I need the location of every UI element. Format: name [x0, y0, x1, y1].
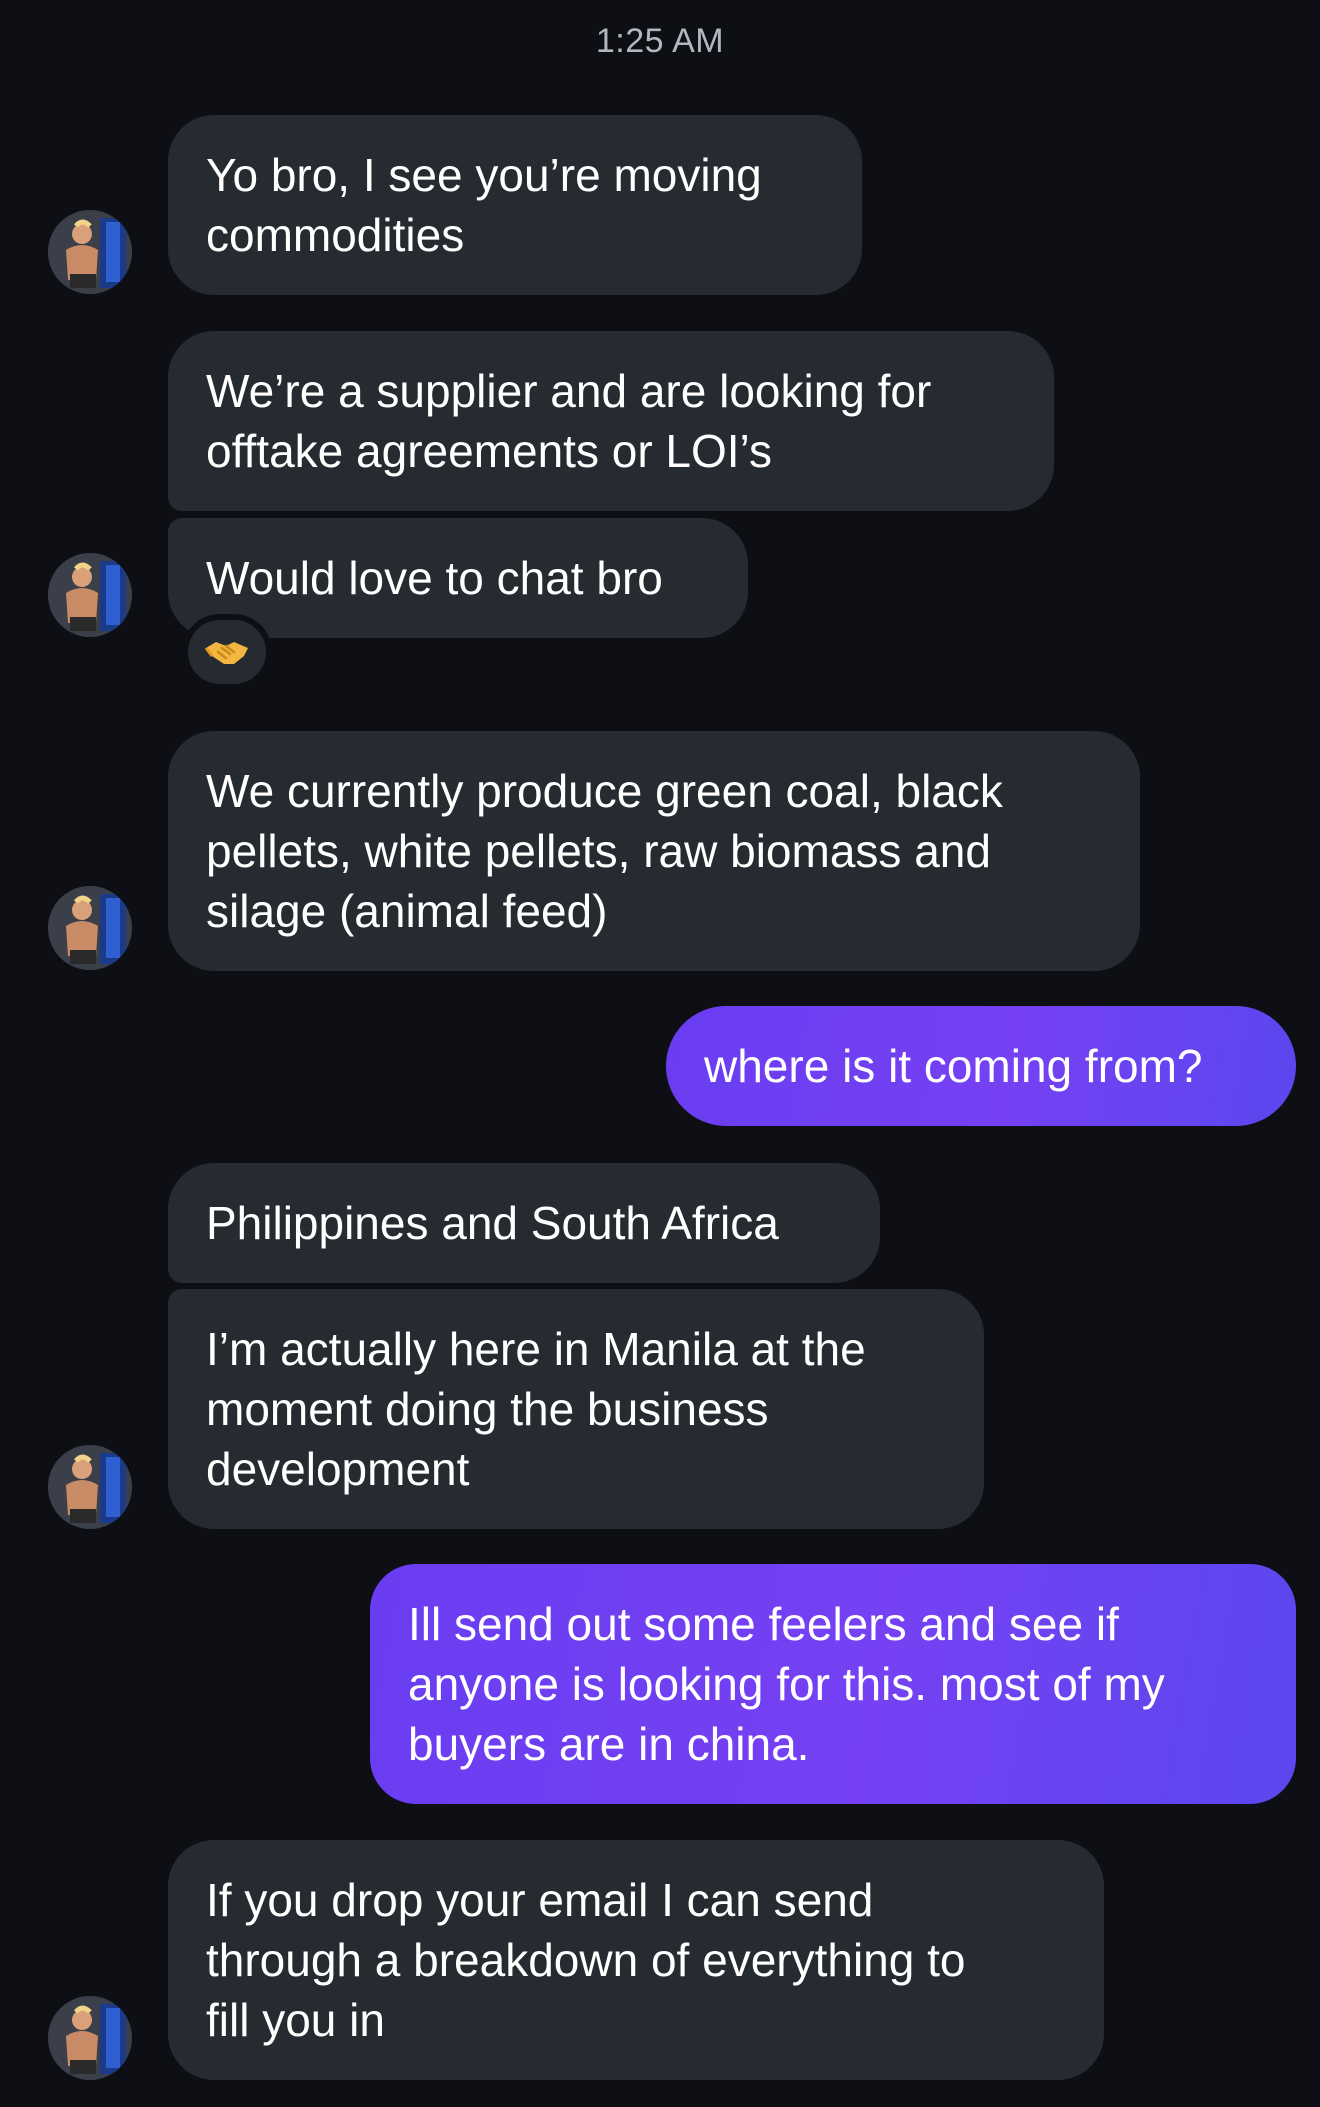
profile-photo-icon [48, 886, 132, 970]
profile-photo-icon [48, 553, 132, 637]
message-reaction[interactable] [182, 614, 272, 690]
outgoing-message[interactable]: where is it coming from? [666, 1006, 1296, 1126]
incoming-message[interactable]: We’re a supplier and are looking for off… [168, 331, 1054, 511]
profile-photo-icon [48, 210, 132, 294]
incoming-message[interactable]: If you drop your email I can send throug… [168, 1840, 1104, 2080]
sender-avatar[interactable] [48, 210, 132, 294]
handshake-icon [204, 642, 248, 664]
incoming-message[interactable]: Philippines and South Africa [168, 1163, 880, 1283]
outgoing-message[interactable]: Ill send out some feelers and see if any… [370, 1564, 1296, 1804]
profile-photo-icon [48, 1445, 132, 1529]
incoming-message[interactable]: I’m actually here in Manila at the momen… [168, 1289, 984, 1529]
sender-avatar[interactable] [48, 1996, 132, 2080]
incoming-message[interactable]: Yo bro, I see you’re moving commodities [168, 115, 862, 295]
chat-thread[interactable]: 1:25 AM Yo bro, I see you’re moving comm… [0, 0, 1320, 2107]
sender-avatar[interactable] [48, 886, 132, 970]
profile-photo-icon [48, 1996, 132, 2080]
sender-avatar[interactable] [48, 553, 132, 637]
message-timestamp: 1:25 AM [595, 22, 725, 60]
sender-avatar[interactable] [48, 1445, 132, 1529]
incoming-message[interactable]: We currently produce green coal, black p… [168, 731, 1140, 971]
